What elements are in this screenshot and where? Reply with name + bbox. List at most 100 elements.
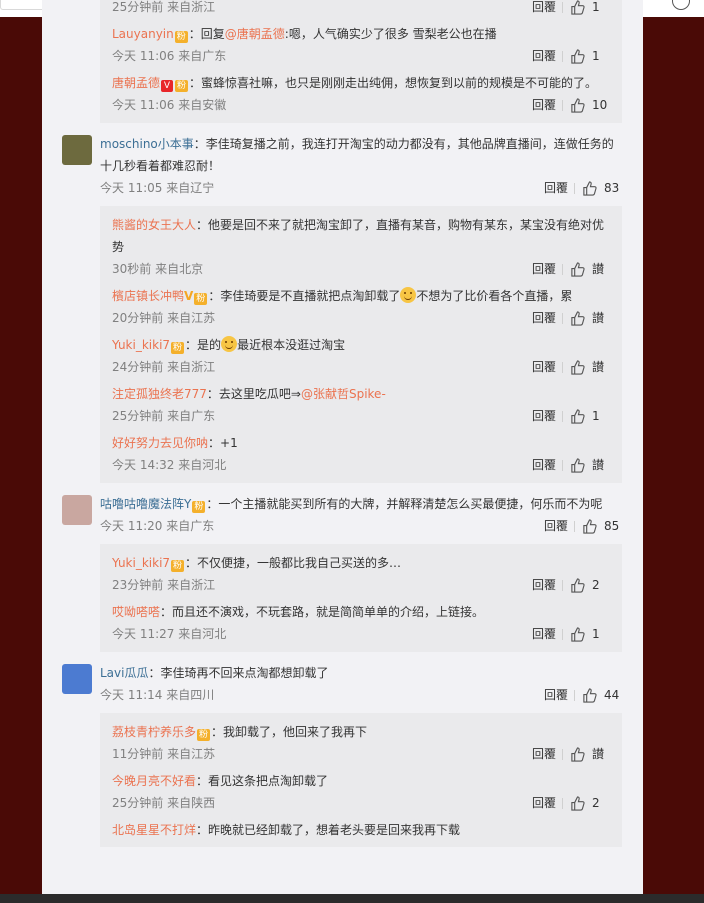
fan-badge-icon: 粉 — [171, 342, 185, 354]
thumb-up-icon — [571, 409, 585, 424]
reply-author[interactable]: 今晚月亮不好看 — [112, 774, 196, 788]
reply-item: 哎呦嗒嗒：而且还不演戏，不玩套路，就是简简单单的介绍，上链接。今天 11:27 … — [100, 601, 622, 646]
comment-meta: 25分钟前 来自浙江 回覆 1 — [112, 0, 610, 19]
reply-author[interactable]: 注定孤独终老777 — [112, 387, 207, 401]
reply-author[interactable]: 北岛星星不打烊 — [112, 823, 196, 837]
reply-item: 檳店镇长冲鸭V 粉：李佳琦要是不直播就把点淘卸载了 不想为了比价看各个直播，累 20分… — [100, 285, 622, 330]
user-avatar[interactable] — [62, 135, 92, 165]
reply-author[interactable]: 荔枝青柠养乐多 — [112, 725, 196, 739]
comment-body: ：李佳琦要是不直播就把点淘卸载了 — [208, 289, 401, 303]
reply-author[interactable]: 檳店镇长冲鸭 — [112, 289, 184, 303]
thumb-up-icon — [571, 360, 585, 375]
fan-badge-icon: 粉 — [194, 293, 208, 305]
comment-meta: 25分钟前 来自陕西 回覆 2 — [112, 792, 610, 815]
like-count: 讃 — [592, 360, 605, 374]
comment-time: 今天 11:20 来自广东 — [100, 519, 215, 533]
divider — [562, 264, 563, 275]
comment-text: moschino小本事：李佳琦复播之前，我连打开淘宝的动力都没有，其他品牌直播间… — [100, 133, 622, 177]
like-count: 83 — [604, 181, 620, 195]
comment-meta: 24分钟前 来自浙江 回覆 讃 — [112, 356, 610, 379]
divider — [562, 2, 563, 13]
comment-time: 25分钟前 来自陕西 — [112, 796, 216, 810]
taskbar — [0, 894, 704, 903]
fan-badge-icon: 粉 — [175, 80, 189, 92]
thumb-up-icon — [583, 181, 597, 196]
user-avatar[interactable] — [62, 495, 92, 525]
divider — [574, 690, 575, 701]
reply-button[interactable]: 回覆 — [532, 94, 556, 117]
thumb-up-icon — [571, 98, 585, 113]
divider — [562, 100, 563, 111]
reply-button[interactable]: 回覆 — [532, 574, 556, 597]
comment-body: ：昨晚就已经卸载了，想着老头要是回来我再下载 — [196, 823, 461, 837]
like-count: 1 — [592, 409, 600, 423]
comment-meta: 30秒前 来自北京 回覆 讃 — [112, 258, 610, 281]
comment-time: 30秒前 来自北京 — [112, 262, 204, 276]
comment-meta: 20分钟前 来自江苏 回覆 讃 — [112, 307, 610, 330]
reply-button[interactable]: 回覆 — [532, 0, 556, 19]
reply-button[interactable]: 回覆 — [532, 356, 556, 379]
reply-author[interactable]: Yuki_kiki7 — [112, 338, 170, 352]
thumb-up-icon — [571, 796, 585, 811]
fan-badge-icon: 粉 — [192, 501, 206, 513]
reply-button[interactable]: 回覆 — [532, 405, 556, 428]
reply-author[interactable]: Yuki_kiki7 — [112, 556, 170, 570]
comment-text: 今晚月亮不好看：看见这条把点淘卸载了 — [112, 770, 610, 792]
comment-body: ：一个主播就能买到所有的大牌，并解释清楚怎么买最便捷，何乐而不为呢 — [206, 497, 603, 511]
comment-body: :嗯，人气确实少了很多 雪梨老公也在播 — [284, 27, 497, 41]
comment-text: 咕噜咕噜魔法阵Y 粉：一个主播就能买到所有的大牌，并解释清楚怎么买最便捷，何乐而不… — [100, 493, 622, 515]
divider — [562, 51, 563, 62]
comment-author[interactable]: Lavi瓜瓜 — [100, 666, 148, 680]
mention-link[interactable]: @张献哲Spike- — [301, 387, 386, 401]
reply-author[interactable]: 熊酱的女王大人 — [112, 218, 196, 232]
divider — [562, 629, 563, 640]
vip-badge-icon: V — [161, 80, 174, 92]
comment-time: 今天 11:06 来自广东 — [112, 49, 227, 63]
reply-button[interactable]: 回覆 — [532, 623, 556, 646]
reply-button[interactable]: 回覆 — [532, 792, 556, 815]
reply-button[interactable]: 回覆 — [544, 177, 568, 200]
comment-meta: 今天 11:27 来自河北 回覆 1 — [112, 623, 610, 646]
user-avatar[interactable] — [62, 664, 92, 694]
reply-button[interactable]: 回覆 — [532, 454, 556, 477]
reply-author[interactable]: Lauyanyin — [112, 27, 174, 41]
reply-button[interactable]: 回覆 — [532, 45, 556, 68]
reply-button[interactable]: 回覆 — [544, 515, 568, 538]
comment-text: Lavi瓜瓜：李佳琦再不回来点淘都想卸载了 — [100, 662, 622, 684]
comment-meta: 今天 11:06 来自安徽 回覆 10 — [112, 94, 610, 117]
comment-meta: 今天 11:06 来自广东 回覆 1 — [112, 45, 610, 68]
reply-prefix: ：回复 — [188, 27, 225, 41]
reply-button[interactable]: 回覆 — [532, 743, 556, 766]
divider — [574, 521, 575, 532]
reply-button[interactable]: 回覆 — [544, 684, 568, 707]
divider — [562, 313, 563, 324]
reply-button[interactable]: 回覆 — [532, 258, 556, 281]
reply-author[interactable]: 哎呦嗒嗒 — [112, 605, 160, 619]
comment-text: 哎呦嗒嗒：而且还不演戏，不玩套路，就是简简单单的介绍，上链接。 — [112, 601, 610, 623]
divider — [562, 798, 563, 809]
profile-icon[interactable] — [672, 0, 690, 10]
comment-time: 20分钟前 来自江苏 — [112, 311, 216, 325]
like-count: 讃 — [592, 311, 605, 325]
like-count: 2 — [592, 578, 600, 592]
comment-body: ：是的 — [185, 338, 222, 352]
divider — [574, 183, 575, 194]
mention-link[interactable]: @唐朝孟德 — [225, 27, 285, 41]
reply-author[interactable]: 好好努力去见你呐 — [112, 436, 208, 450]
comment-time: 今天 11:27 来自河北 — [112, 627, 227, 641]
fan-badge-icon: 粉 — [171, 560, 185, 572]
comment-text: 唐朝孟德 V 粉：蜜蜂惊喜社嘛，也只是刚刚走出纯佣，想恢复到以前的规模是不可能的了。 — [112, 72, 610, 94]
comment-author[interactable]: 咕噜咕噜魔法阵Y — [100, 497, 191, 511]
comment-author[interactable]: moschino小本事 — [100, 137, 194, 151]
reply-item: 好好努力去见你呐：+1 今天 14:32 来自河北 回覆 讃 — [100, 432, 622, 477]
comment-time: 今天 11:06 来自安徽 — [112, 98, 227, 112]
reply-button[interactable]: 回覆 — [532, 307, 556, 330]
comment-body-continued: 不想为了比价看各个直播，累 — [416, 289, 573, 303]
reply-author[interactable]: 唐朝孟德 — [112, 76, 160, 90]
reply-item: 注定孤独终老777：去这里吃瓜吧⇒@张献哲Spike- 25分钟前 来自广东 回覆 1 — [100, 383, 622, 428]
comment-body: ：蜜蜂惊喜社嘛，也只是刚刚走出纯佣，想恢复到以前的规模是不可能的了。 — [189, 76, 598, 90]
comment-text: 荔枝青柠养乐多粉：我卸载了，他回来了我再下 — [112, 721, 610, 743]
reply-list: 熊酱的女王大人：他要是回不来了就把淘宝卸了，直播有某音，购物有某东，某宝没有绝对… — [100, 206, 622, 483]
comment-time: 今天 11:05 来自辽宁 — [100, 181, 215, 195]
comment-item: moschino小本事：李佳琦复播之前，我连打开淘宝的动力都没有，其他品牌直播间… — [100, 133, 622, 200]
